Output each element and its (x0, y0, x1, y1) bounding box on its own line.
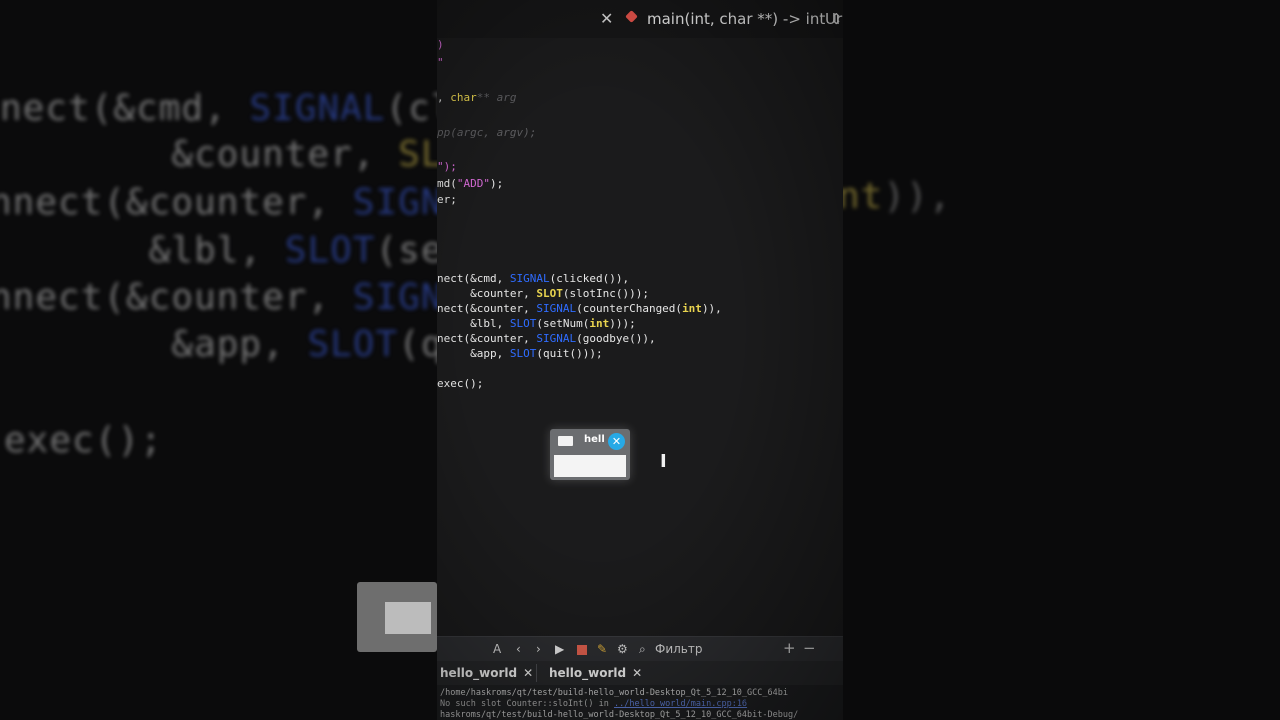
code-line: &counter, SLOT(slotInc())); (437, 287, 649, 300)
filter-label[interactable]: Фильтр (655, 642, 702, 656)
output-line: haskroms/qt/test/build-hello_world-Deskt… (440, 710, 799, 720)
app-close-button[interactable]: ✕ (608, 433, 625, 450)
code-line: &app, SLOT(quit())); (437, 347, 603, 360)
code-line: &lbl, SLOT(setNum(int))); (437, 317, 636, 330)
encoding-label: Ur (825, 10, 843, 28)
bg-code-line: nect(&cmd, SIGNAL(cl (0, 88, 437, 129)
function-selector[interactable]: main(int, char **) -> int ⇕ (647, 10, 843, 28)
code-line: exec(); (437, 377, 484, 390)
font-size-icon[interactable]: A (493, 642, 501, 656)
source-link[interactable]: ../hello_world/main.cpp:16 (614, 699, 747, 709)
next-button[interactable]: › (536, 642, 541, 656)
bg-code-line: nt)), (843, 176, 952, 217)
background-left: nect(&cmd, SIGNAL(cl &counter, SLOT( nne… (0, 0, 437, 720)
app-window[interactable]: hell ✕ (550, 429, 630, 480)
close-editor-icon[interactable]: ✕ (600, 9, 613, 28)
close-tab-icon[interactable]: ✕ (523, 666, 533, 680)
text-cursor-icon: I (660, 451, 667, 472)
output-tab[interactable]: hello_world ✕ (440, 666, 533, 680)
bg-ghost-window (357, 582, 437, 652)
code-line: " (437, 56, 444, 69)
application-output[interactable]: /home/haskroms/qt/test/build-hello_world… (437, 685, 843, 720)
bg-code-line: nnect(&counter, SIGNA (0, 182, 437, 223)
code-editor[interactable]: ) " , char** arg pp(argc, argv); "); md(… (437, 36, 843, 636)
output-line: No such slot Counter::sloInt() in ../hel… (440, 699, 748, 709)
code-line: nect(&counter, SIGNAL(counterChanged(int… (437, 302, 722, 315)
editor-toolbar: ✕ main(int, char **) -> int ⇕ Ur (437, 0, 843, 38)
app-window-title: hell (584, 434, 605, 445)
window-icon (558, 436, 573, 446)
code-line: "); (437, 160, 457, 173)
remove-button[interactable]: − (803, 639, 816, 657)
code-line: er; (437, 193, 457, 206)
bg-code-line: nnect(&counter, SIGNA (0, 277, 437, 318)
code-line: md("ADD"); (437, 177, 504, 190)
search-icon: ⌕ (639, 642, 646, 656)
app-window-content (554, 455, 626, 477)
stop-button[interactable] (577, 645, 587, 655)
output-tab[interactable]: hello_world ✕ (549, 666, 642, 680)
code-line: ) (437, 38, 444, 51)
run-button[interactable]: ▶ (555, 642, 564, 656)
code-line: nect(&cmd, SIGNAL(clicked()), (437, 272, 630, 285)
close-tab-icon[interactable]: ✕ (632, 666, 642, 680)
settings-icon[interactable]: ⚙ (617, 642, 628, 656)
bg-code-line: &app, SLOT(qui (0, 324, 437, 365)
add-button[interactable]: + (783, 639, 796, 657)
output-toolbar: A ‹ › ▶ ✎ ⚙ ⌕ Фильтр + − (437, 636, 843, 662)
background-right: nt)), (843, 0, 1280, 720)
bg-code-line: &lbl, SLOT(setM (0, 230, 437, 271)
bg-code-line: exec(); (4, 420, 163, 461)
previous-button[interactable]: ‹ (516, 642, 521, 656)
output-line: /home/haskroms/qt/test/build-hello_world… (440, 688, 788, 698)
output-tabs: hello_world ✕ hello_world ✕ (437, 661, 843, 685)
code-line: pp(argc, argv); (437, 126, 537, 139)
code-line: , char** arg (437, 91, 517, 104)
code-line: nect(&counter, SIGNAL(goodbye()), (437, 332, 656, 345)
bg-code-line: &counter, SLOT( (0, 134, 437, 175)
clean-icon[interactable]: ✎ (597, 642, 607, 656)
function-symbol-icon (625, 10, 638, 23)
ide-window: ✕ main(int, char **) -> int ⇕ Ur ) " , c… (437, 0, 843, 720)
